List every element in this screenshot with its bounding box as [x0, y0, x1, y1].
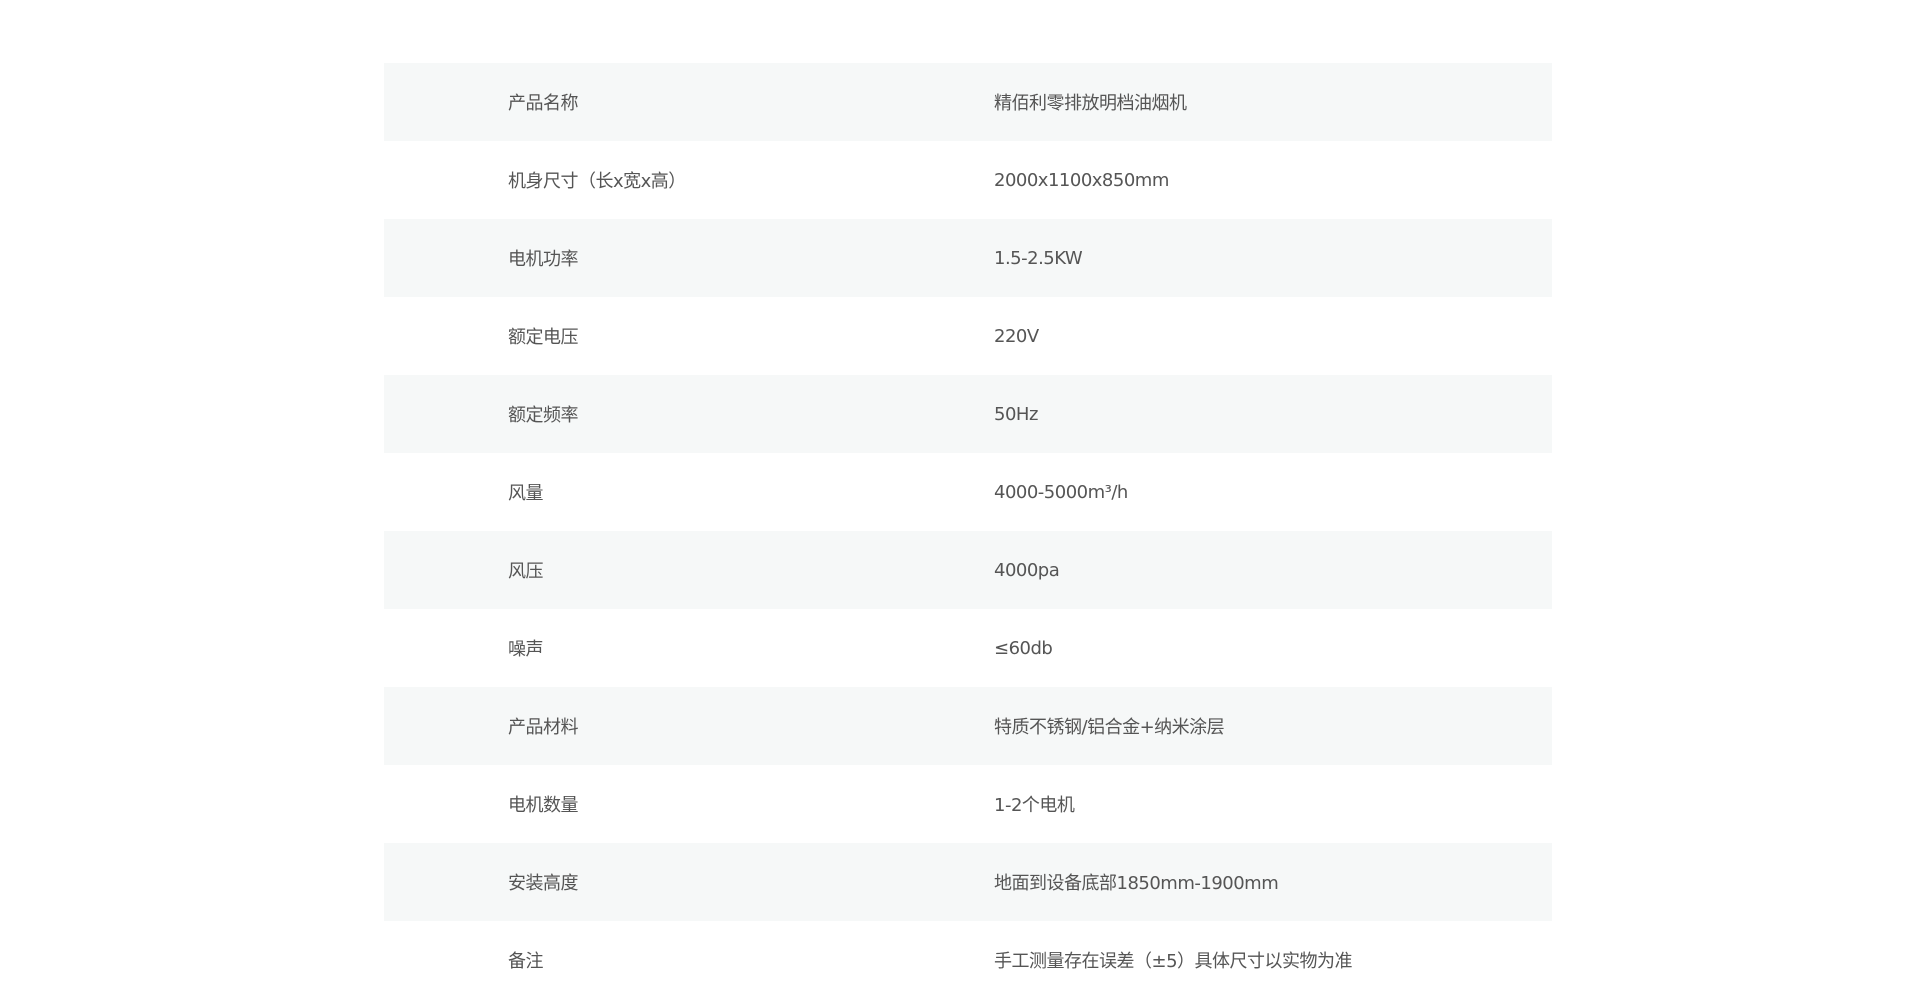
- spec-row-product-name: 产品名称 精佰利零排放明档油烟机: [384, 63, 1552, 141]
- spec-table: 产品名称 精佰利零排放明档油烟机 机身尺寸（长x宽x高） 2000x1100x8…: [384, 63, 1552, 999]
- spec-value: 1.5-2.5KW: [994, 247, 1083, 269]
- spec-table-body: 产品名称 精佰利零排放明档油烟机 机身尺寸（长x宽x高） 2000x1100x8…: [384, 63, 1552, 999]
- spec-row-motor-count: 电机数量 1-2个电机: [384, 765, 1552, 843]
- spec-value: 地面到设备底部1850mm-1900mm: [994, 873, 1279, 894]
- spec-label: 产品材料: [508, 717, 579, 738]
- spec-value: 4000-5000m³/h: [994, 481, 1128, 503]
- spec-label: 额定频率: [508, 405, 579, 426]
- spec-value: 手工测量存在误差（±5）具体尺寸以实物为准: [994, 951, 1353, 972]
- spec-label: 备注: [508, 951, 544, 972]
- spec-value: 精佰利零排放明档油烟机: [994, 93, 1187, 114]
- spec-row-air-volume: 风量 4000-5000m³/h: [384, 453, 1552, 531]
- spec-value: 2000x1100x850mm: [994, 169, 1169, 191]
- spec-label: 风压: [508, 561, 544, 582]
- spec-value: ≤60db: [994, 637, 1053, 659]
- spec-label: 噪声: [508, 639, 544, 660]
- spec-label: 产品名称: [508, 93, 579, 114]
- spec-label: 安装高度: [508, 873, 579, 894]
- spec-row-motor-power: 电机功率 1.5-2.5KW: [384, 219, 1552, 297]
- spec-value: 4000pa: [994, 559, 1060, 581]
- spec-label: 电机数量: [508, 795, 579, 816]
- spec-label: 电机功率: [508, 249, 579, 270]
- spec-label: 机身尺寸（长x宽x高）: [508, 171, 686, 192]
- spec-row-noise: 噪声 ≤60db: [384, 609, 1552, 687]
- spec-row-rated-frequency: 额定频率 50Hz: [384, 375, 1552, 453]
- spec-row-material: 产品材料 特质不锈钢/铝合金+纳米涂层: [384, 687, 1552, 765]
- spec-value: 220V: [994, 325, 1039, 347]
- spec-value: 1-2个电机: [994, 795, 1075, 816]
- spec-row-rated-voltage: 额定电压 220V: [384, 297, 1552, 375]
- spec-row-install-height: 安装高度 地面到设备底部1850mm-1900mm: [384, 843, 1552, 921]
- spec-value: 50Hz: [994, 403, 1038, 425]
- spec-row-air-pressure: 风压 4000pa: [384, 531, 1552, 609]
- spec-row-dimensions: 机身尺寸（长x宽x高） 2000x1100x850mm: [384, 141, 1552, 219]
- spec-value: 特质不锈钢/铝合金+纳米涂层: [994, 717, 1225, 738]
- spec-label: 风量: [508, 483, 544, 504]
- spec-label: 额定电压: [508, 327, 579, 348]
- spec-row-remarks: 备注 手工测量存在误差（±5）具体尺寸以实物为准: [384, 921, 1552, 999]
